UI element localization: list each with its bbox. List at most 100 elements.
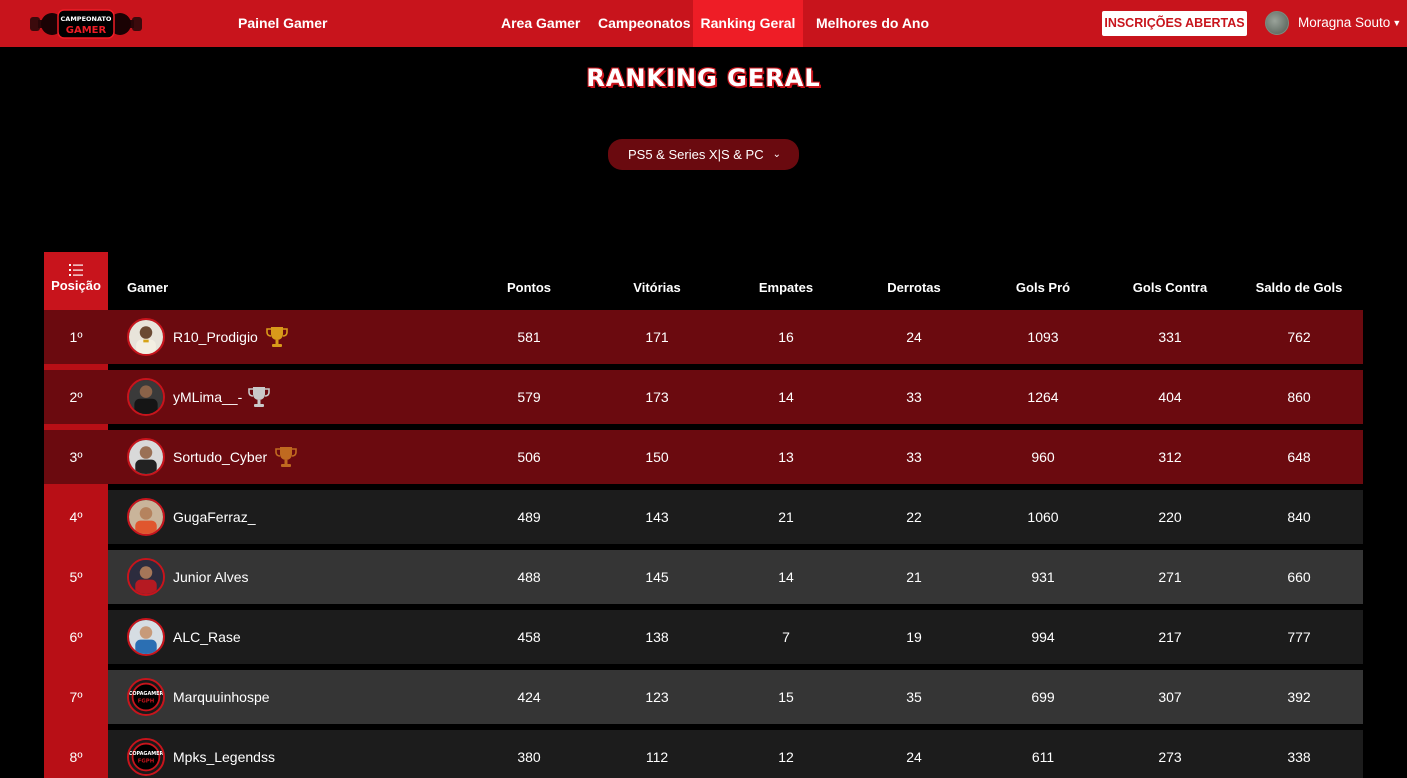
table-row[interactable]: 3º Sortudo_Cyber 506 150 13 33 960 312 6…	[44, 430, 1363, 484]
cell-wins: 143	[645, 509, 669, 525]
cell-goals-for: 931	[1031, 569, 1055, 585]
cell-draws: 12	[778, 749, 794, 765]
cell-goal-difference: 762	[1287, 329, 1311, 345]
platform-select-value: PS5 & Series X|S & PC	[628, 147, 764, 162]
cell-wins: 112	[645, 749, 669, 765]
cell-goals-against: 331	[1158, 329, 1182, 345]
table-row[interactable]: 1º R10_Prodigio 581 171 16 24 1093 331 7…	[44, 310, 1363, 364]
cell-draws: 7	[782, 629, 790, 645]
cell-goals-for: 611	[1031, 749, 1055, 765]
gamer-name[interactable]: R10_Prodigio	[173, 310, 258, 364]
player-avatar	[127, 558, 165, 596]
row-position: 2º	[69, 389, 83, 405]
cell-wins: 123	[645, 689, 669, 705]
gamer-name[interactable]: Mpks_Legendss	[173, 730, 275, 778]
row-position: 3º	[69, 449, 83, 465]
cell-points: 380	[517, 749, 541, 765]
svg-text:FGPH: FGPH	[138, 758, 154, 764]
nav-campeonatos[interactable]: Campeonatos	[585, 0, 704, 47]
player-avatar	[127, 438, 165, 476]
inscricoes-abertas-button[interactable]: INSCRIÇÕES ABERTAS	[1102, 11, 1247, 36]
user-name-label: Moragna Souto	[1298, 15, 1391, 30]
cell-goals-against: 307	[1158, 689, 1182, 705]
cell-goal-difference: 660	[1287, 569, 1311, 585]
cell-points: 581	[517, 329, 541, 345]
cell-losses: 35	[906, 689, 922, 705]
cell-losses: 19	[906, 629, 922, 645]
cell-goal-difference: 840	[1287, 509, 1311, 525]
cell-points: 424	[517, 689, 541, 705]
position-header-label: Posição	[51, 278, 101, 293]
row-position: 5º	[44, 550, 108, 604]
player-avatar	[127, 378, 165, 416]
caret-down-icon: ▼	[1392, 18, 1402, 28]
gamer-name[interactable]: GugaFerraz_	[173, 490, 255, 544]
header-goals-for[interactable]: Gols Pró	[993, 252, 1093, 310]
cell-goals-for: 960	[1031, 449, 1055, 465]
gamer-name[interactable]: yMLima__-	[173, 370, 242, 424]
cell-points: 488	[517, 569, 541, 585]
nav-ranking-geral[interactable]: Ranking Geral	[693, 0, 803, 47]
header-losses[interactable]: Derrotas	[864, 252, 964, 310]
copagamer-logo-avatar: COPAGAMER FGPH	[127, 738, 165, 776]
cell-draws: 21	[778, 509, 794, 525]
campeonato-gamer-logo[interactable]: CAMPEONATO GAMER	[30, 8, 142, 40]
row-position: 4º	[44, 490, 108, 544]
cell-goal-difference: 648	[1287, 449, 1311, 465]
table-row[interactable]: 8º COPAGAMER FGPH Mpks_Legendss 380 112 …	[44, 730, 1363, 778]
top-navbar: CAMPEONATO GAMER Painel Gamer Area Gamer…	[0, 0, 1407, 47]
table-row[interactable]: 2º yMLima__- 579 173 14 33 1264 404 860	[44, 370, 1363, 424]
cell-goals-against: 217	[1158, 629, 1182, 645]
row-position: 7º	[44, 670, 108, 724]
cell-losses: 21	[906, 569, 922, 585]
cell-goal-difference: 392	[1287, 689, 1311, 705]
gamer-name[interactable]: Marquuinhospe	[173, 670, 270, 724]
cell-draws: 15	[778, 689, 794, 705]
cell-goal-difference: 338	[1287, 749, 1311, 765]
gamer-name[interactable]: ALC_Rase	[173, 610, 241, 664]
table-row[interactable]: 7º COPAGAMER FGPH Marquuinhospe 424 123 …	[44, 670, 1363, 724]
silver-trophy-icon	[248, 387, 270, 407]
gamer-name[interactable]: Sortudo_Cyber	[173, 430, 267, 484]
nav-area-gamer[interactable]: Area Gamer	[488, 0, 593, 47]
cell-goals-against: 404	[1158, 389, 1182, 405]
table-row[interactable]: 6º ALC_Rase 458 138 7 19 994 217 777	[44, 610, 1363, 664]
cell-losses: 22	[906, 509, 922, 525]
chevron-down-icon: ⌄	[772, 149, 781, 160]
cell-goals-against: 273	[1158, 749, 1182, 765]
cell-draws: 14	[778, 569, 794, 585]
cell-goals-against: 220	[1158, 509, 1182, 525]
table-row[interactable]: 4º GugaFerraz_ 489 143 21 22 1060 220 84…	[44, 490, 1363, 544]
cell-wins: 171	[645, 329, 669, 345]
cell-goals-against: 312	[1158, 449, 1182, 465]
cell-points: 489	[517, 509, 541, 525]
page-title: Ranking Geral	[586, 64, 821, 92]
header-gamer[interactable]: Gamer	[127, 252, 168, 310]
user-avatar[interactable]	[1265, 11, 1289, 35]
cell-goals-for: 1060	[1027, 509, 1059, 525]
gold-trophy-icon	[266, 327, 288, 347]
cell-wins: 138	[645, 629, 669, 645]
cell-losses: 24	[906, 329, 922, 345]
platform-select[interactable]: PS5 & Series X|S & PC ⌄	[608, 139, 799, 170]
cell-wins: 173	[645, 389, 669, 405]
header-goal-difference[interactable]: Saldo de Gols	[1249, 252, 1349, 310]
svg-text:FGPH: FGPH	[138, 698, 154, 704]
user-menu[interactable]: Moragna Souto ▼	[1298, 0, 1401, 47]
nav-painel-gamer[interactable]: Painel Gamer	[238, 0, 328, 47]
header-wins[interactable]: Vitórias	[607, 252, 707, 310]
gamer-name[interactable]: Junior Alves	[173, 550, 248, 604]
cell-goal-difference: 860	[1287, 389, 1311, 405]
table-row[interactable]: 5º Junior Alves 488 145 14 21 931 271 66…	[44, 550, 1363, 604]
cell-goals-for: 1093	[1027, 329, 1059, 345]
position-header[interactable]: Posição	[44, 252, 108, 310]
nav-melhores-do-ano[interactable]: Melhores do Ano	[803, 0, 942, 47]
cell-points: 579	[517, 389, 541, 405]
header-points[interactable]: Pontos	[479, 252, 579, 310]
cell-draws: 13	[778, 449, 794, 465]
header-goals-against[interactable]: Gols Contra	[1120, 252, 1220, 310]
copagamer-logo-avatar: COPAGAMER FGPH	[127, 678, 165, 716]
header-draws[interactable]: Empates	[736, 252, 836, 310]
cell-points: 458	[517, 629, 541, 645]
cell-losses: 33	[906, 449, 922, 465]
